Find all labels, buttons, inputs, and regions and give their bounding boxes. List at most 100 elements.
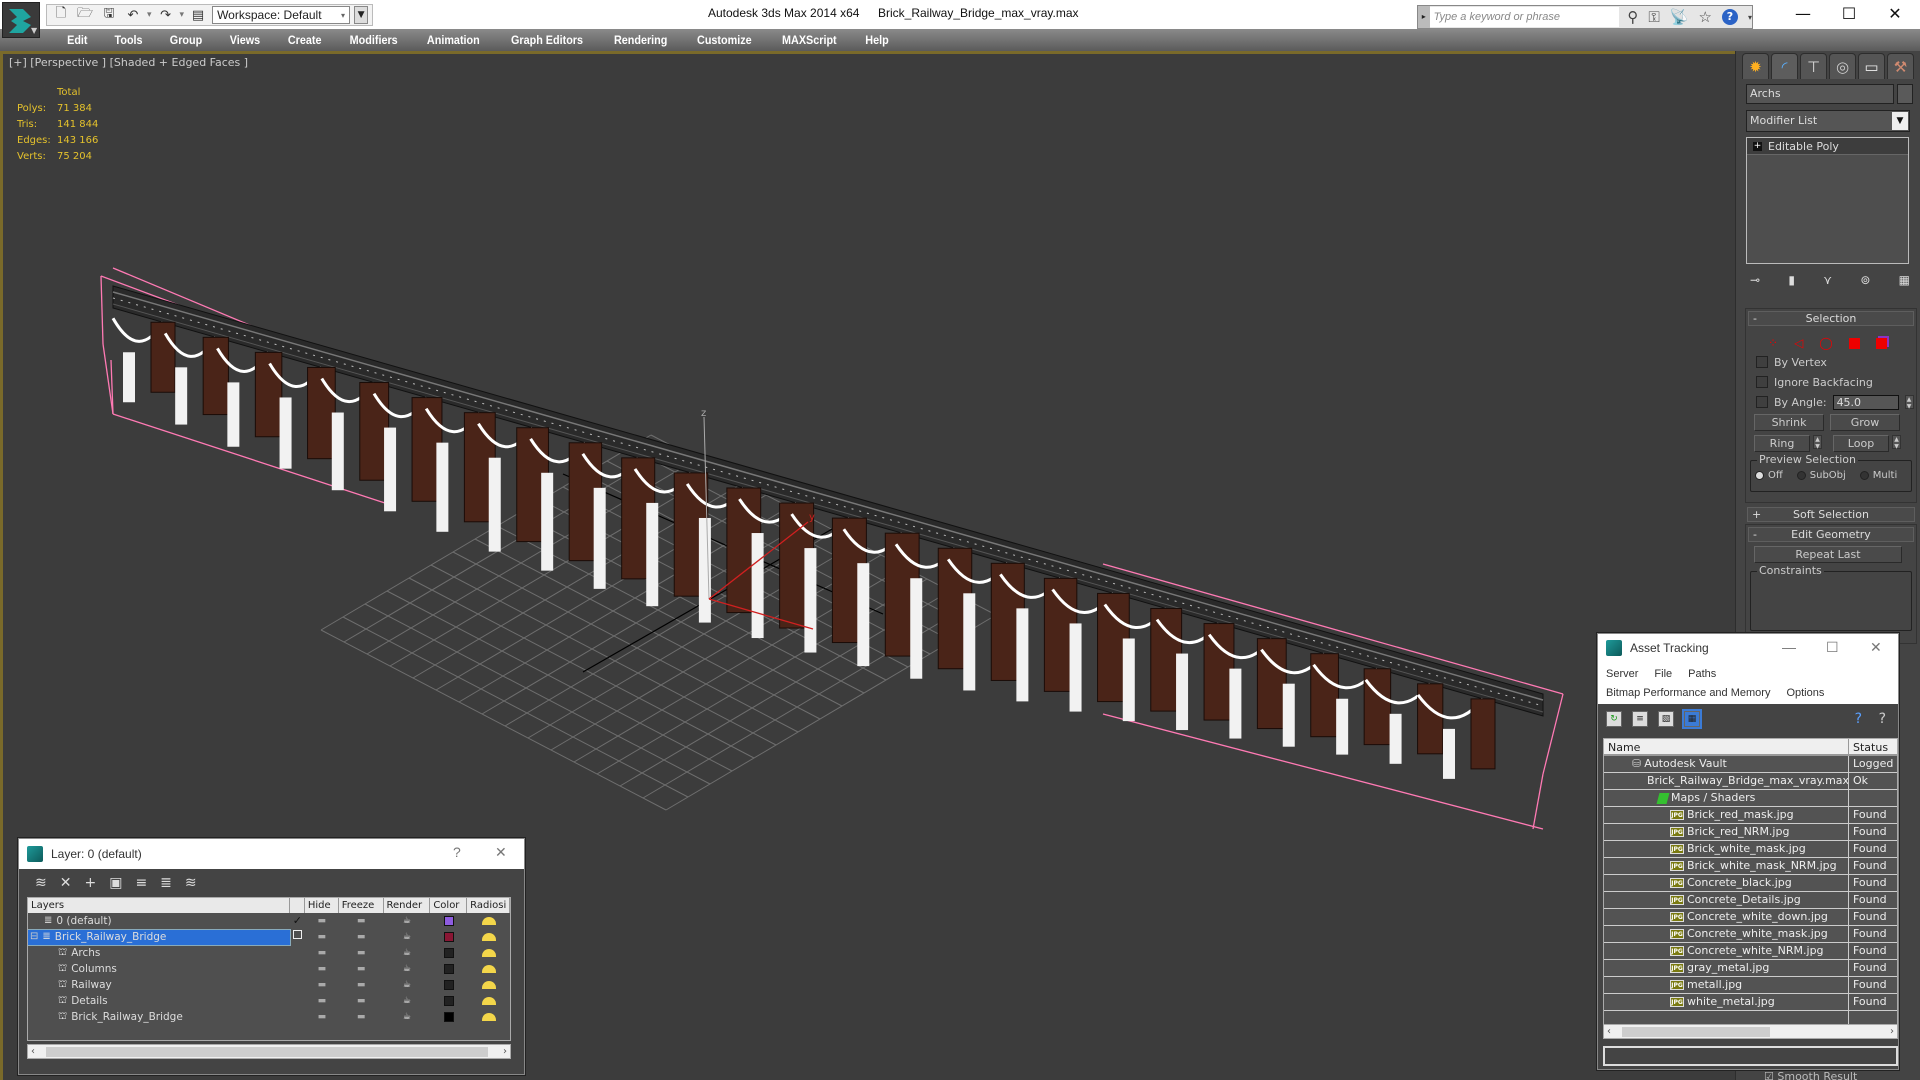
hide-toggle[interactable]: ▬ — [305, 929, 339, 945]
tab-utilities[interactable]: ⚒ — [1887, 53, 1914, 79]
preview-multi-radio[interactable]: Multi — [1859, 470, 1897, 481]
menu-paths[interactable]: Paths — [1688, 668, 1716, 680]
help-icon[interactable]: ? — [1879, 711, 1886, 727]
asset-row[interactable]: JPG gray_metal.jpg Found — [1604, 960, 1897, 977]
hide-toggle[interactable]: ▬ — [305, 945, 339, 961]
scroll-left-icon[interactable]: ‹ — [31, 1046, 35, 1057]
menu-edit[interactable]: Edit — [56, 33, 98, 47]
add-to-layer-icon[interactable]: + — [84, 875, 96, 891]
layer-name-cell[interactable]: ⊟ ≣ Brick_Railway_Bridge — [28, 928, 291, 946]
current-layer-cell[interactable] — [290, 929, 305, 945]
redo-icon[interactable]: ↷ — [156, 6, 176, 24]
layer-row[interactable]: ⛫ Railway ▬ ▬ ☕ — [28, 977, 510, 993]
refresh-icon[interactable]: ↻ — [1606, 711, 1622, 727]
hide-freeze-all-icon[interactable]: ≋ — [185, 875, 197, 891]
select-objects-icon[interactable]: ▣ — [109, 875, 122, 891]
asset-row[interactable]: JPG Concrete_white_down.jpg Found — [1604, 909, 1897, 926]
layer-name-cell[interactable]: ⛫ Brick_Railway_Bridge — [28, 1010, 290, 1025]
make-unique-icon[interactable]: ⋎ — [1823, 273, 1832, 287]
tab-create[interactable]: ✹ — [1742, 53, 1769, 79]
edit-geometry-header[interactable]: - Edit Geometry — [1748, 527, 1914, 542]
hide-toggle[interactable]: ▬ — [305, 913, 339, 929]
menu-animation[interactable]: Animation — [416, 33, 490, 47]
thumbnail-view-icon[interactable]: ▧ — [1658, 711, 1674, 727]
undo-dropdown-icon[interactable]: ▾ — [147, 10, 152, 20]
layer-color-swatch[interactable] — [443, 1011, 454, 1022]
selection-rollout-header[interactable]: - Selection — [1748, 311, 1914, 326]
layer-row[interactable]: ⛫ Brick_Railway_Bridge ▬ ▬ ☕ — [28, 1009, 510, 1025]
menu-file[interactable]: File — [1654, 668, 1672, 680]
col-freeze[interactable]: Freeze — [339, 898, 384, 913]
layer-color-swatch[interactable] — [443, 963, 454, 974]
radiosity-sun-icon[interactable] — [467, 1007, 510, 1027]
border-mode-icon[interactable]: ◯ — [1819, 336, 1832, 350]
menu-customize[interactable]: Customize — [687, 33, 763, 47]
hide-toggle[interactable]: ▬ — [305, 977, 339, 993]
hide-toggle[interactable]: ▬ — [305, 961, 339, 977]
scroll-thumb[interactable] — [46, 1047, 488, 1057]
col-name[interactable]: Name — [1604, 739, 1849, 754]
layer-row[interactable]: ⊟ ≣ Brick_Railway_Bridge ▬ ▬ ☕ — [28, 928, 510, 946]
viewport-label[interactable]: [+] [Perspective ] [Shaded + Edged Faces… — [9, 56, 248, 69]
menu-views[interactable]: Views — [219, 33, 271, 47]
workspace-dropdown[interactable]: Workspace: Default ▾ — [212, 6, 351, 24]
minimize-button[interactable]: — — [1780, 2, 1826, 26]
asset-row[interactable]: JPG Brick_red_NRM.jpg Found — [1604, 824, 1897, 841]
spinner-arrows-icon[interactable]: ▲ ▼ — [1904, 395, 1914, 410]
by-vertex-checkbox[interactable] — [1756, 356, 1768, 368]
menu-rendering[interactable]: Rendering — [603, 33, 678, 47]
object-name-field[interactable]: Archs — [1746, 84, 1894, 104]
col-layers[interactable]: Layers — [28, 898, 290, 913]
asset-path-field[interactable] — [1603, 1046, 1898, 1066]
render-teapot-icon[interactable]: ☕ — [384, 977, 431, 993]
render-teapot-icon[interactable]: ☕ — [384, 913, 431, 929]
freeze-toggle[interactable]: ▬ — [339, 1009, 384, 1025]
loop-spinner-icon[interactable]: ▲ ▼ — [1892, 435, 1901, 450]
help-button[interactable]: ? — [453, 844, 461, 860]
collapse-tree-icon[interactable]: ⊟ — [30, 929, 38, 945]
menu-options[interactable]: Options — [1786, 687, 1824, 699]
hide-toggle[interactable]: ▬ — [305, 993, 339, 1009]
col-current[interactable] — [290, 898, 305, 913]
layer-row[interactable]: ⛫ Details ▬ ▬ ☕ — [28, 993, 510, 1009]
asset-row[interactable]: JPG metall.jpg Found — [1604, 977, 1897, 994]
asset-tracking-titlebar[interactable]: Asset Tracking — ☐ ✕ — [1598, 634, 1898, 662]
close-button[interactable]: ✕ — [1870, 639, 1882, 656]
application-button[interactable]: ▼ — [2, 2, 40, 38]
grow-button[interactable]: Grow — [1830, 414, 1900, 431]
customize-quick-access-icon[interactable]: ▼ — [354, 6, 369, 24]
layer-dialog-titlebar[interactable]: Layer: 0 (default) ? ✕ — [19, 839, 524, 869]
layer-name-cell[interactable]: ⛫ Archs — [28, 946, 290, 961]
freeze-toggle[interactable]: ▬ — [339, 913, 384, 929]
scroll-thumb[interactable] — [1622, 1027, 1770, 1037]
help-dropdown-icon[interactable]: ▾ — [1748, 13, 1752, 22]
expand-search-icon[interactable]: ▸ — [1418, 6, 1430, 28]
layer-color-swatch[interactable] — [443, 947, 454, 958]
freeze-toggle[interactable]: ▬ — [339, 945, 384, 961]
layer-name-cell[interactable]: ⛫ Details — [28, 994, 290, 1009]
menu-create[interactable]: Create — [277, 33, 332, 47]
stack-item-editable-poly[interactable]: + Editable Poly — [1747, 138, 1908, 155]
vertex-mode-icon[interactable]: ⁘ — [1768, 336, 1778, 350]
pin-stack-icon[interactable]: ⊸ — [1750, 273, 1760, 287]
tab-hierarchy[interactable]: ⊤ — [1800, 53, 1827, 79]
new-file-icon[interactable]: 🗋 — [51, 6, 71, 24]
layer-name-cell[interactable]: ≣ 0 (default) — [28, 914, 290, 929]
scroll-left-icon[interactable]: ‹ — [1607, 1026, 1611, 1037]
render-teapot-icon[interactable]: ☕ — [384, 945, 431, 961]
color-swatch-cell[interactable] — [430, 913, 467, 929]
tab-motion[interactable]: ◎ — [1829, 53, 1856, 79]
current-layer-cell[interactable]: ✓ — [290, 913, 305, 930]
by-angle-checkbox[interactable] — [1756, 396, 1768, 408]
hide-toggle[interactable]: ▬ — [305, 1009, 339, 1025]
layer-horizontal-scrollbar[interactable]: ‹ › — [27, 1044, 511, 1059]
polygon-mode-icon[interactable] — [1848, 337, 1860, 349]
tab-display[interactable]: ▭ — [1858, 53, 1885, 79]
object-color-swatch[interactable] — [1897, 84, 1913, 104]
menu-tools[interactable]: Tools — [103, 33, 153, 47]
close-button[interactable]: ✕ — [1872, 2, 1918, 26]
layer-row[interactable]: ≣ 0 (default) ✓ ▬ ▬ ☕ — [28, 913, 510, 929]
ring-spinner-icon[interactable]: ▲ ▼ — [1813, 435, 1822, 450]
scroll-right-icon[interactable]: › — [503, 1046, 507, 1057]
color-swatch-cell[interactable] — [430, 945, 467, 961]
